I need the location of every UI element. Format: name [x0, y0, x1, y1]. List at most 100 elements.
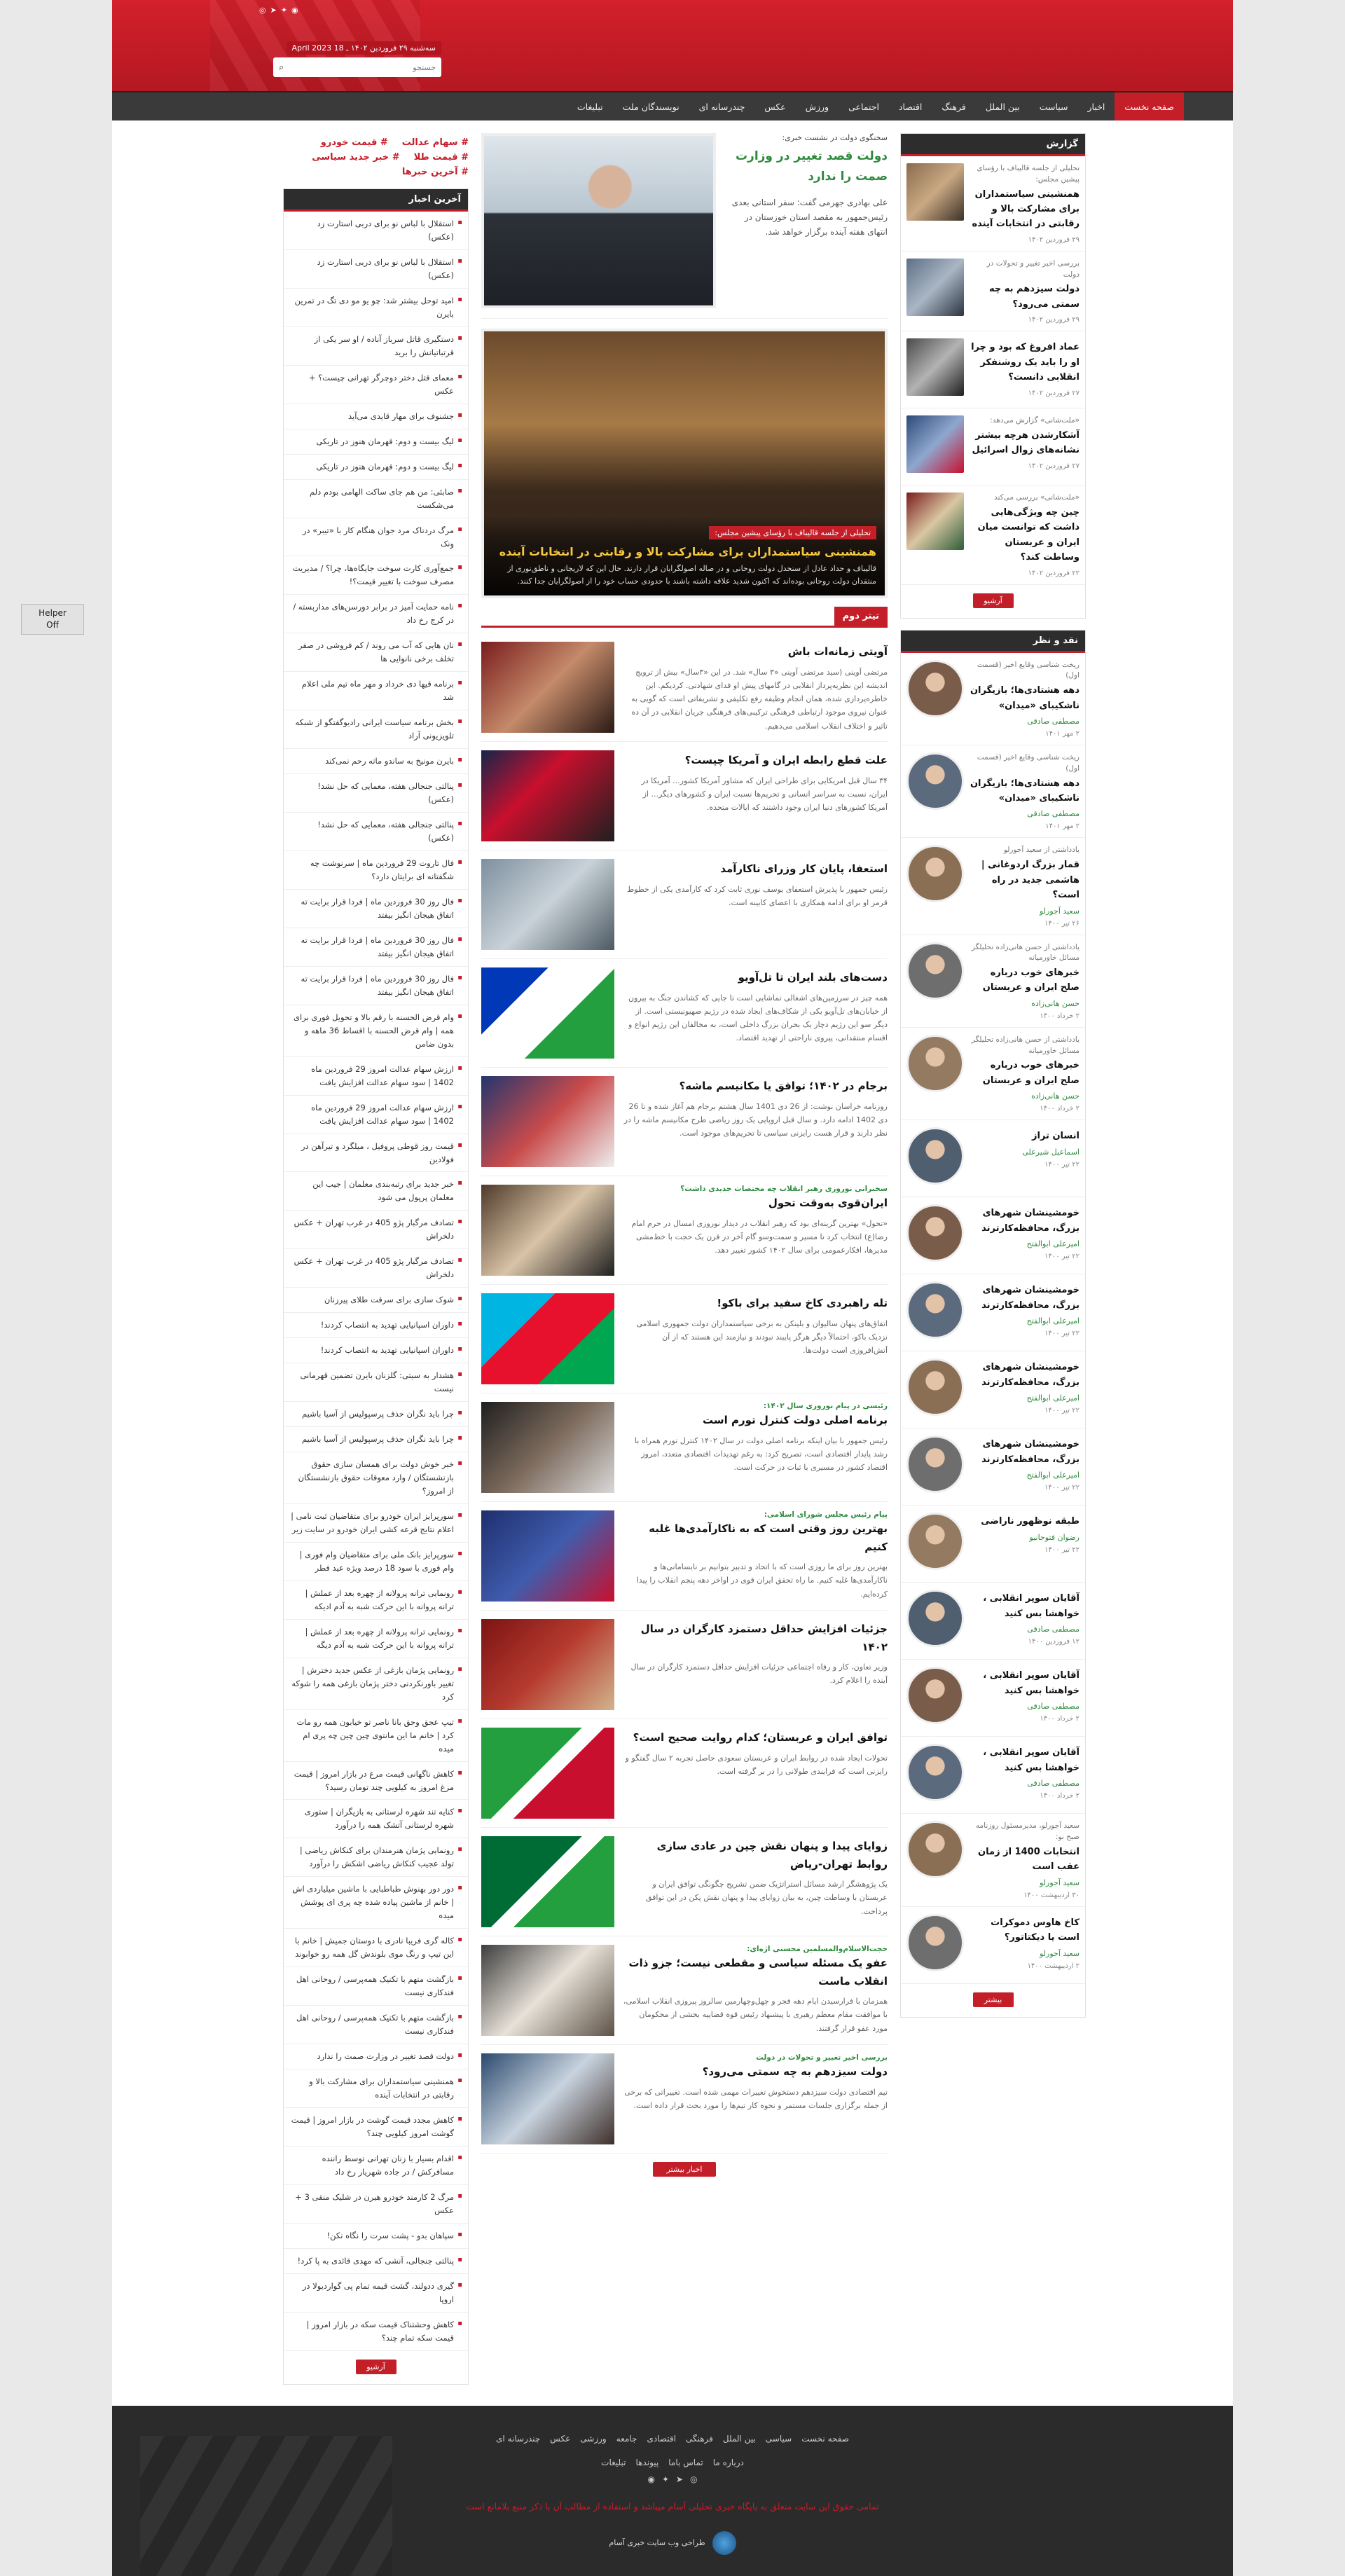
news-item[interactable]: پیام رئیس مجلس شورای اسلامی: بهترین روز و…	[481, 1502, 888, 1611]
tag-item[interactable]: # آخرین خبرها	[402, 167, 469, 177]
tag-item[interactable]: # سهام عدالت	[402, 137, 469, 148]
critique-item[interactable]: ریخت شناسی وقایع اخیر (قسمت اول) دهه هشتا…	[901, 745, 1085, 839]
latest-news-item[interactable]: بازگشت متهم با تکنیک همه‌پرسی / روحانی ا…	[284, 1967, 468, 2006]
latest-news-item[interactable]: لیگ بیست و دوم: قهرمان هنوز در تاریکی	[284, 429, 468, 455]
news-title[interactable]: ایران‌قوی به‌وقت تحول	[623, 1194, 888, 1213]
news-item[interactable]: استعفا، پایان کار وزرای ناکارآمد رئیس جمه…	[481, 850, 888, 959]
report-thumbnail[interactable]	[906, 415, 964, 474]
latest-news-item[interactable]: پنالتی جنجالی، آنشی که مهدی قائدی به پا …	[284, 2249, 468, 2274]
latest-news-item[interactable]: وام قرض الحسنه با رقم بالا و تحویل فوری …	[284, 1005, 468, 1057]
footer-nav-item[interactable]: فرهنگی	[686, 2434, 713, 2444]
news-title[interactable]: دولت سیزدهم به چه سمتی می‌رود؟	[623, 2063, 888, 2081]
report-thumbnail[interactable]	[906, 258, 964, 316]
critique-item[interactable]: طبقه نوظهور ناراضی رضوان فتوحانیو ۲۲ تیر ۱…	[901, 1506, 1085, 1583]
footer-nav-item[interactable]: اقتصادی	[647, 2434, 676, 2444]
top-story-title[interactable]: دولت قصد تغییر در وزارت صمت را ندارد	[723, 146, 888, 187]
news-title[interactable]: توافق ایران و عربستان؛ کدام روایت صحیح ا…	[623, 1729, 888, 1747]
footer-nav-item[interactable]: ورزشی	[580, 2434, 606, 2444]
latest-news-item[interactable]: تصادف مرگبار پژو 405 در غرب تهران + عکس …	[284, 1249, 468, 1288]
news-image[interactable]	[481, 1510, 614, 1602]
nav-item-international[interactable]: بین الملل	[976, 92, 1030, 120]
footer-nav-item[interactable]: عکس	[550, 2434, 570, 2444]
critique-title[interactable]: کاخ هاوس دموکرات است یا دیکتاتور؟	[970, 1915, 1080, 1945]
critique-title[interactable]: خومشینشان شهرهای بزرگ، محافظه‌کارترند	[970, 1360, 1080, 1390]
nav-item-home[interactable]: صفحه نخست	[1115, 92, 1184, 120]
critique-author[interactable]: مصطفی صادقی	[970, 1702, 1080, 1711]
latest-news-item[interactable]: همنشینی سیاستمداران برای مشارکت بالا و ر…	[284, 2069, 468, 2108]
critique-item[interactable]: آقایان سوپر انقلابی ، خواهشا بس کنید مصطف…	[901, 1737, 1085, 1814]
latest-news-item[interactable]: خبر جدید برای رتبه‌بندی معلمان | جیب این…	[284, 1172, 468, 1211]
nav-item-culture[interactable]: فرهنگ	[932, 92, 975, 120]
latest-news-item[interactable]: استقلال با لباس نو برای دربی استارت زد (…	[284, 250, 468, 289]
latest-news-item[interactable]: صابئی: من هم جای ساکت الهامی بودم دلم می…	[284, 480, 468, 518]
tag-item[interactable]: # قیمت طلا	[414, 152, 469, 163]
latest-news-item[interactable]: رونمایی ترانه پرولانه از چهره بعد از عمل…	[284, 1620, 468, 1658]
latest-news-item[interactable]: فال روز 30 فروردین ماه | فردا قرار برایت…	[284, 890, 468, 928]
search-input[interactable]	[288, 62, 436, 72]
twitter-icon[interactable]: ✦	[662, 2474, 669, 2484]
report-item[interactable]: بررسی اخیر تغییر و تحولات در دولت دولت سی…	[901, 252, 1085, 332]
report-thumbnail[interactable]	[906, 493, 964, 551]
news-more-button[interactable]: اخبار بیشتر	[653, 2162, 716, 2177]
critique-author[interactable]: حسن هانی‌زاده	[970, 1091, 1080, 1101]
critique-item[interactable]: خومشینشان شهرهای بزرگ، محافظه‌کارترند امی…	[901, 1274, 1085, 1352]
latest-news-item[interactable]: چرا باید نگران حذف پرسپولیس از آسیا باشی…	[284, 1427, 468, 1453]
news-item[interactable]: زوایای پیدا و پنهان نقش چین در عادی سازی…	[481, 1828, 888, 1936]
latest-news-item[interactable]: ارزش سهام عدالت امروز 29 فروردین ماه 140…	[284, 1096, 468, 1134]
news-title[interactable]: جزئیات افزایش حداقل دستمزد کارگران در سا…	[623, 1620, 888, 1656]
critique-item[interactable]: ریخت شناسی وقایع اخیر (قسمت اول) دهه هشتا…	[901, 653, 1085, 746]
latest-news-item[interactable]: جشنوف برای مهار قایدی می‌آید	[284, 404, 468, 429]
latest-news-item[interactable]: ارزش سهام عدالت امروز 29 فروردین ماه 140…	[284, 1057, 468, 1096]
critique-author[interactable]: مصطفی صادقی	[970, 1625, 1080, 1634]
news-image[interactable]	[481, 750, 614, 841]
report-thumbnail[interactable]	[906, 338, 964, 397]
latest-news-item[interactable]: خبر خوش دولت برای همسان سازی حقوق بازنشس…	[284, 1452, 468, 1504]
news-image[interactable]	[481, 1293, 614, 1384]
report-item[interactable]: «ملت‌شانی» گزارش می‌دهد: آشکارشدن هرچه بی…	[901, 408, 1085, 486]
telegram-icon[interactable]: ➤	[270, 6, 277, 15]
nav-item-photo[interactable]: عکس	[754, 92, 795, 120]
latest-news-item[interactable]: تصادف مرگبار پژو 405 در غرب تهران + عکس …	[284, 1211, 468, 1250]
latest-news-item[interactable]: استقلال با لباس نو برای دربی استارت زد (…	[284, 212, 468, 250]
critique-author[interactable]: رضوان فتوحانیو	[970, 1533, 1080, 1542]
footer-nav-item[interactable]: صفحه نخست	[801, 2434, 849, 2444]
latest-news-item[interactable]: مرگ دردناک مرد جوان هنگام کار با «تیبر» …	[284, 518, 468, 557]
tag-item[interactable]: # خبر جدید سیاسی	[312, 152, 399, 163]
report-item[interactable]: تحلیلی از جلسه قالیباف با رؤسای پیشین مج…	[901, 156, 1085, 252]
latest-news-item[interactable]: نان هایی که آب می روند / کم فروشی در صفر…	[284, 633, 468, 673]
footer-link[interactable]: تماس باما	[668, 2458, 703, 2467]
news-item[interactable]: رئیسی در پیام نوروزی سال ۱۴۰۲: برنامه اصل…	[481, 1393, 888, 1502]
latest-news-item[interactable]: کاهش مجدد قیمت گوشت در بازار امروز | قیم…	[284, 2108, 468, 2147]
critique-author[interactable]: مصطفی صادقی	[970, 717, 1080, 726]
footer-link[interactable]: پیوندها	[635, 2458, 658, 2467]
news-image[interactable]	[481, 2053, 614, 2144]
report-title[interactable]: همنشینی سیاستمداران برای مشارکت بالا و ر…	[970, 187, 1080, 232]
top-story[interactable]: سخنگوی دولت در نشست خبری: دولت قصد تغییر…	[481, 133, 888, 319]
latest-news-item[interactable]: دور دور بهنوش طباطبایی با ماشین میلیاردی…	[284, 1877, 468, 1929]
nav-item-social[interactable]: اجتماعی	[839, 92, 889, 120]
feature-title[interactable]: همنشینی سیاستمداران برای مشارکت بالا و ر…	[492, 545, 876, 558]
critique-item[interactable]: یادداشتی از سعید آجورلو قمار بزرگ اردوغان…	[901, 838, 1085, 935]
latest-news-item[interactable]: سورپرایز بانک ملی برای متقاضیان وام فوری…	[284, 1543, 468, 1581]
news-title[interactable]: عفو یک مسئله سیاسی و مقطعی نیست؛ جزو ذات…	[623, 1955, 888, 1990]
news-item[interactable]: سخنرانی نوروزی رهبر انقلاب چه مختصات جدی…	[481, 1176, 888, 1285]
critique-author[interactable]: سعید آجورلو	[970, 1949, 1080, 1958]
news-title[interactable]: استعفا، پایان کار وزرای ناکارآمد	[623, 860, 888, 879]
report-item[interactable]: «ملت‌شانی» بررسی می‌کند چین چه ویژگی‌هایی…	[901, 485, 1085, 585]
latest-news-item[interactable]: لیگ بیست و دوم: قهرمان هنوز در تاریکی	[284, 455, 468, 480]
news-item[interactable]: دست‌های بلند ایران تا تل‌آویو همه چیز در …	[481, 959, 888, 1068]
news-image[interactable]	[481, 967, 614, 1059]
latest-news-item[interactable]: برنامه قیها دی خرداد و مهر ماه تیم ملی ا…	[284, 672, 468, 711]
telegram-icon[interactable]: ➤	[676, 2474, 683, 2484]
critique-more-button[interactable]: بیشتر	[972, 1992, 1014, 2007]
news-item[interactable]: بررسی اخیر تغییر و تحولات در دولت دولت سی…	[481, 2045, 888, 2154]
instagram-icon[interactable]: ◎	[690, 2474, 697, 2484]
critique-author[interactable]: مصطفی صادقی	[970, 809, 1080, 818]
critique-item[interactable]: یادداشتی از حسن هانی‌زاده تحلیلگر مسائل …	[901, 1028, 1085, 1121]
latest-news-item[interactable]: تیپ عجق وجق بانا ناصر تو خیابون همه رو م…	[284, 1710, 468, 1762]
critique-author[interactable]: امیرعلی ابوالفتح	[970, 1239, 1080, 1248]
latest-news-item[interactable]: بخش برنامه سیاست ایرانی رادیوگفتگو از شب…	[284, 710, 468, 750]
report-title[interactable]: چین چه ویژگی‌هایی داشت که توانست میان ای…	[970, 505, 1080, 565]
news-title[interactable]: تله راهبردی کاخ سفید برای باکو!	[623, 1295, 888, 1313]
news-title[interactable]: بهترین روز وقتی است که به ناکارآمدی‌ها غ…	[623, 1520, 888, 1556]
